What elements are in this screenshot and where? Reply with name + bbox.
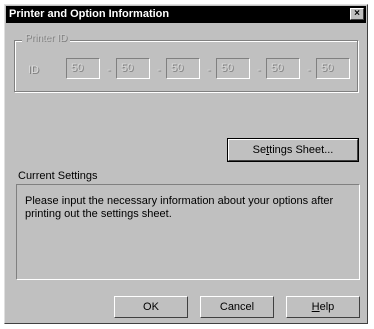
printer-id-field-1[interactable]: 50 (66, 58, 100, 79)
printer-id-field-2[interactable]: 50 (116, 58, 150, 79)
current-settings-text: Please input the necessary information a… (25, 195, 334, 220)
printer-id-field-5[interactable]: 50 (266, 58, 300, 79)
printer-id-group-label: Printer ID (22, 33, 71, 44)
close-button[interactable]: × (350, 8, 364, 20)
settings-sheet-button[interactable]: Settings Sheet... (227, 138, 359, 162)
id-label: ID (28, 64, 39, 76)
id-separator: - (257, 64, 261, 76)
id-separator: - (107, 64, 111, 76)
ok-button[interactable]: OK (114, 296, 188, 318)
cancel-button[interactable]: Cancel (200, 296, 274, 318)
help-button[interactable]: Help (286, 296, 360, 318)
id-separator: - (157, 64, 161, 76)
printer-id-field-4[interactable]: 50 (216, 58, 250, 79)
printer-id-field-6[interactable]: 50 (316, 58, 350, 79)
current-settings-label: Current Settings (18, 170, 98, 182)
close-icon: × (354, 8, 360, 19)
printer-id-field-3[interactable]: 50 (166, 58, 200, 79)
current-settings-box: Please input the necessary information a… (16, 184, 360, 280)
dialog-title: Printer and Option Information (9, 8, 170, 20)
title-bar[interactable]: Printer and Option Information × (6, 6, 366, 23)
id-separator: - (307, 64, 311, 76)
id-separator: - (207, 64, 211, 76)
